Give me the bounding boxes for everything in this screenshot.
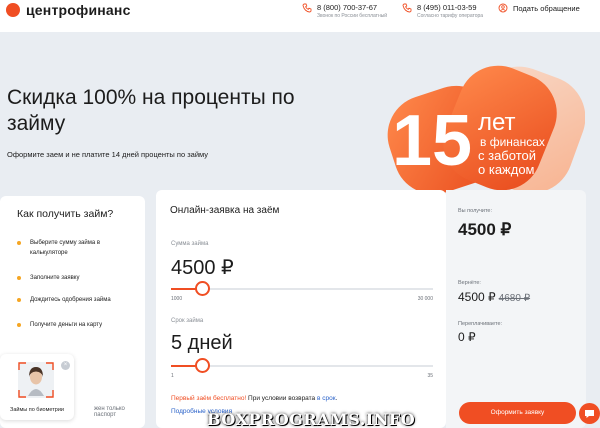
- loan-summary: Вы получите: 4500 ₽ Вернёте: 4500 ₽4680 …: [446, 190, 586, 428]
- badge-line1: в финансах: [480, 135, 545, 149]
- phone-note: Звонок по России бесплатный: [317, 13, 388, 19]
- form-title: Онлайн-заявка на заём: [170, 205, 280, 216]
- apply-button[interactable]: Оформить заявку: [459, 402, 576, 424]
- bullet-icon: [17, 276, 21, 280]
- biometrics-label: Займы по биометрии: [10, 407, 64, 413]
- step-item: Выберите сумму займа в калькуляторе: [17, 238, 137, 258]
- free-loan-note: Первый заём бесплатно! При условии возвр…: [171, 395, 338, 402]
- complaint-icon: [498, 3, 508, 13]
- return-label: Вернёте:: [458, 280, 481, 286]
- term-label: Срок займа: [171, 318, 204, 324]
- chat-button[interactable]: [579, 403, 600, 424]
- badge-years: лет: [478, 109, 516, 136]
- complaint-link[interactable]: Подать обращение: [498, 3, 580, 13]
- in-time-link[interactable]: в срок: [317, 395, 336, 402]
- complaint-label: Подать обращение: [513, 3, 580, 13]
- bullet-icon: [17, 298, 21, 302]
- badge-line3: о каждом: [478, 162, 535, 177]
- overpay-value: 0 ₽: [458, 330, 476, 344]
- amount-max: 30 000: [417, 296, 433, 302]
- overpay-label: Переплачиваете:: [458, 321, 503, 327]
- chat-icon: [585, 410, 594, 418]
- passport-note: жен только паспорт: [94, 406, 125, 418]
- how-to-title: Как получить займ?: [17, 208, 114, 220]
- application-form: Онлайн-заявка на заём Сумма займа 4500 ₽…: [156, 190, 446, 428]
- term-slider-thumb[interactable]: [194, 358, 210, 373]
- step-item: Получите деньги на карту: [17, 320, 137, 330]
- amount-min: 1000: [171, 296, 183, 302]
- bullet-icon: [17, 323, 21, 327]
- phone-icon: [302, 3, 312, 13]
- phone-note: Согласно тарифу оператора: [417, 13, 484, 19]
- logo-mark: [6, 3, 20, 17]
- receive-label: Вы получите:: [458, 208, 493, 214]
- return-old-value: 4680 ₽: [498, 293, 531, 304]
- site-header: центрофинанс 8 (800) 700-37-67 Звонок по…: [0, 0, 600, 32]
- logo-text: центрофинанс: [26, 2, 131, 18]
- term-slider-track[interactable]: [171, 365, 433, 367]
- hero-title: Скидка 100% на проценты по займу: [7, 86, 295, 135]
- amount-label: Сумма займа: [171, 241, 209, 247]
- phone-paid[interactable]: 8 (495) 011-03-59 Согласно тарифу операт…: [402, 3, 483, 20]
- anniversary-badge: 15 лет в финансах с заботой о каждом: [387, 65, 585, 195]
- amount-value: 4500 ₽: [171, 257, 234, 279]
- bullet-icon: [17, 241, 21, 245]
- term-value: 5 дней: [171, 332, 233, 354]
- term-max: 35: [427, 373, 433, 379]
- badge-line2: с заботой: [478, 148, 536, 163]
- amount-slider-track[interactable]: [171, 288, 433, 290]
- phone-icon: [402, 3, 412, 13]
- amount-slider-thumb[interactable]: [194, 281, 210, 296]
- term-min: 1: [171, 373, 174, 379]
- step-item: Дождитесь одобрения займа: [17, 295, 137, 305]
- badge-number: 15: [392, 101, 472, 181]
- watermark: BOXPROGRAMS.INFO: [207, 410, 416, 428]
- face-scan-photo: [18, 362, 54, 398]
- receive-value: 4500 ₽: [458, 220, 512, 239]
- logo[interactable]: центрофинанс: [0, 2, 131, 18]
- return-amounts: 4500 ₽4680 ₽: [458, 290, 530, 304]
- phone-number: 8 (495) 011-03-59: [417, 3, 477, 12]
- close-icon[interactable]: ×: [61, 361, 70, 370]
- phone-free[interactable]: 8 (800) 700-37-67 Звонок по России беспл…: [302, 3, 387, 20]
- step-item: Заполните заявку: [17, 273, 137, 283]
- phone-number: 8 (800) 700-37-67: [317, 3, 378, 12]
- return-value: 4500 ₽: [458, 290, 496, 304]
- hero-subtitle: Оформите заем и не платите 14 дней проце…: [7, 150, 208, 159]
